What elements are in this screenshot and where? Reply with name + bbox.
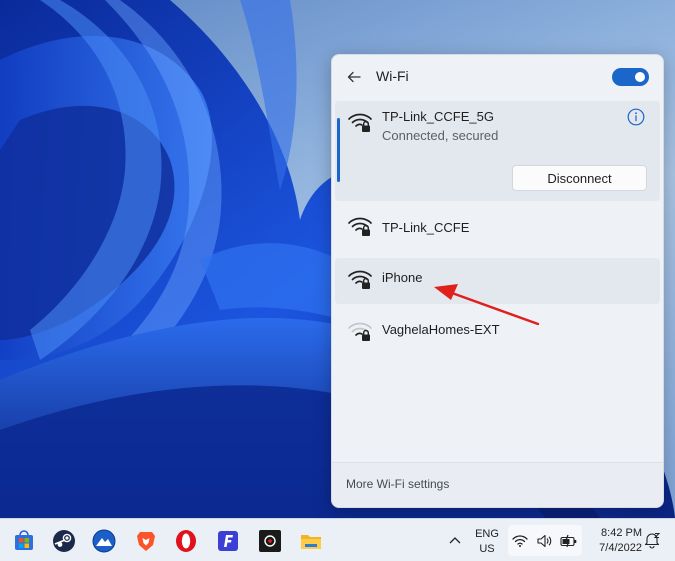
f-app-icon [218, 531, 238, 551]
wifi-secured-icon [348, 113, 372, 132]
network-name: iPhone [382, 270, 423, 285]
taskbar-app-brave[interactable] [130, 525, 162, 557]
file-explorer-icon [301, 535, 321, 549]
quick-settings-button[interactable] [508, 525, 582, 556]
wifi-panel-header: Wi-Fi [332, 55, 663, 99]
taskbar: ENG US 8:42 PM 7/4/2022 [0, 518, 675, 561]
network-item[interactable]: TP-Link_CCFE [335, 205, 660, 251]
network-item[interactable]: VaghelaHomes-EXT [335, 310, 660, 356]
chevron-up-icon [449, 537, 461, 544]
wifi-weak-secured-icon [348, 322, 372, 341]
wifi-toggle[interactable] [612, 68, 649, 86]
notification-bell-icon [644, 533, 661, 549]
notification-center-button[interactable] [643, 531, 661, 549]
region-code: US [479, 543, 495, 555]
opera-icon [176, 530, 196, 552]
network-item-connected[interactable]: TP-Link_CCFE_5G Connected, secured Disco… [335, 101, 660, 201]
taskbar-app-f[interactable] [212, 525, 244, 557]
network-name: TP-Link_CCFE [382, 220, 470, 235]
taskbar-app-steam[interactable] [48, 525, 80, 557]
info-icon[interactable] [627, 108, 645, 126]
more-wifi-settings-link[interactable]: More Wi-Fi settings [346, 477, 449, 491]
brave-icon [137, 532, 155, 551]
language-code: ENG [475, 528, 499, 540]
taskbar-app-obs[interactable] [254, 525, 286, 557]
taskbar-app-microsoft-store[interactable] [8, 525, 40, 557]
battery-charging-icon [560, 534, 577, 547]
system-clock[interactable]: 8:42 PM 7/4/2022 [586, 526, 642, 556]
wifi-panel: Wi-Fi TP-Link_CCFE_5G Connected, secured… [331, 54, 664, 508]
network-status: Connected, secured [382, 128, 499, 143]
taskbar-app-blue-circle[interactable] [88, 525, 120, 557]
network-item-iphone[interactable]: iPhone [335, 258, 660, 304]
network-name: VaghelaHomes-EXT [382, 322, 500, 337]
back-button[interactable] [344, 67, 364, 87]
wifi-secured-icon [348, 217, 372, 236]
wifi-icon [512, 534, 528, 547]
wifi-secured-icon [348, 270, 372, 289]
app-blue-circle-icon [92, 529, 116, 553]
disconnect-button[interactable]: Disconnect [512, 165, 647, 191]
panel-title: Wi-Fi [376, 68, 409, 84]
network-name: TP-Link_CCFE_5G [382, 109, 494, 124]
taskbar-app-opera[interactable] [170, 525, 202, 557]
clock-time: 8:42 PM [601, 527, 642, 539]
steam-icon [53, 530, 75, 552]
selected-accent-bar [337, 118, 340, 182]
taskbar-app-file-explorer[interactable] [295, 525, 327, 557]
show-hidden-icons-button[interactable] [445, 529, 465, 551]
wifi-panel-footer: More Wi-Fi settings [332, 462, 663, 507]
obs-icon [259, 530, 281, 552]
input-language-indicator[interactable]: ENG US [472, 527, 502, 557]
clock-date: 7/4/2022 [599, 542, 642, 554]
microsoft-store-icon [15, 530, 33, 550]
volume-icon [537, 534, 552, 547]
toggle-knob [635, 72, 645, 82]
back-arrow-icon [347, 71, 361, 83]
